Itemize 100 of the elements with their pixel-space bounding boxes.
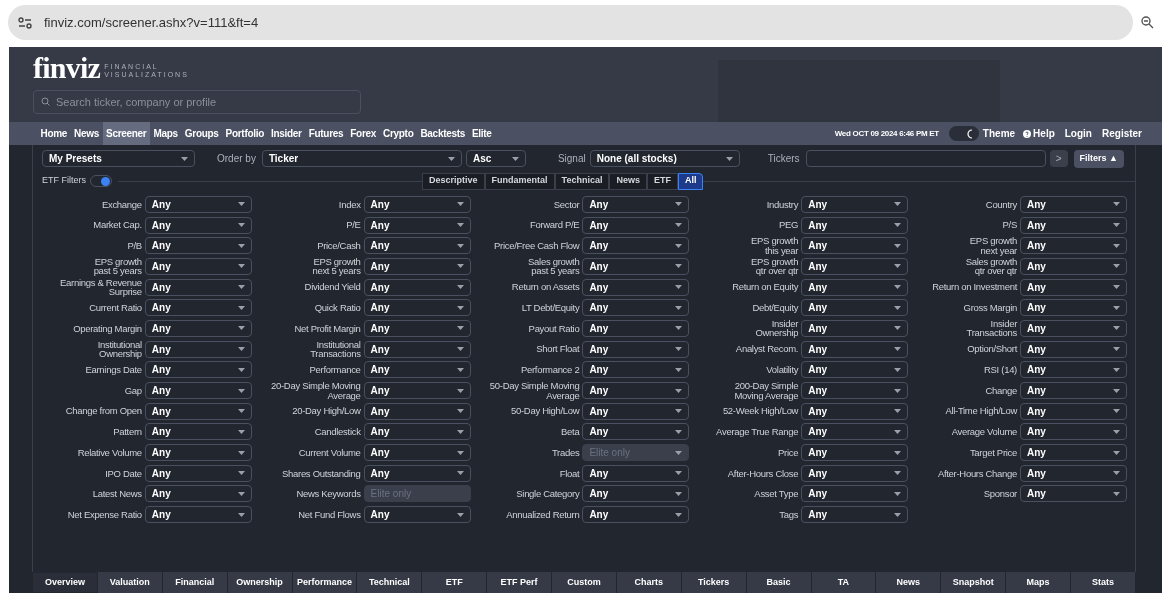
login-link[interactable]: Login [1064, 126, 1092, 141]
view-tab[interactable]: News [876, 572, 942, 593]
dropdown[interactable]: Any [363, 506, 471, 524]
dropdown[interactable]: Any [1020, 423, 1127, 441]
nav-link[interactable]: Maps [149, 122, 182, 145]
view-tab[interactable]: Performance [292, 572, 358, 593]
dropdown[interactable]: Any [801, 237, 909, 255]
dropdown[interactable]: Any [363, 340, 471, 358]
dropdown[interactable]: Any [801, 278, 909, 296]
dropdown[interactable]: Any [582, 402, 690, 420]
dropdown[interactable]: Any [363, 319, 471, 337]
dropdown[interactable]: Any [1020, 464, 1127, 482]
view-tab[interactable]: ETF [422, 572, 488, 593]
dropdown[interactable]: Any [801, 485, 909, 503]
nav-link[interactable]: Forex [346, 122, 380, 145]
view-tab[interactable]: Basic [746, 572, 812, 593]
dropdown[interactable]: Any [363, 423, 471, 441]
dropdown[interactable]: Any [1020, 402, 1127, 420]
dropdown[interactable]: Any [1020, 257, 1127, 275]
dropdown[interactable]: Any [144, 506, 252, 524]
dropdown[interactable]: Any [801, 506, 909, 524]
nav-link[interactable]: Groups [181, 122, 223, 145]
filter-tab[interactable]: ETF [646, 172, 678, 190]
register-link[interactable]: Register [1102, 126, 1142, 141]
dropdown[interactable]: Any [801, 195, 909, 213]
dropdown[interactable]: Any [582, 361, 690, 379]
dropdown[interactable]: Any [582, 464, 690, 482]
nav-link[interactable]: Portfolio [222, 122, 268, 145]
view-tab[interactable]: Snapshot [941, 572, 1007, 593]
dropdown[interactable]: Any [801, 257, 909, 275]
filter-tab[interactable]: All [677, 172, 704, 190]
dropdown[interactable]: Any [363, 216, 471, 234]
dropdown[interactable]: Any [144, 464, 252, 482]
dropdown[interactable]: Any [363, 237, 471, 255]
dropdown[interactable]: Any [582, 257, 690, 275]
dropdown[interactable]: Any [582, 278, 690, 296]
site-settings-icon[interactable] [18, 16, 32, 29]
view-tab[interactable]: Stats [1071, 572, 1136, 593]
view-tab[interactable]: Charts [616, 572, 682, 593]
dropdown[interactable]: Any [801, 464, 909, 482]
dropdown[interactable]: Any [363, 195, 471, 213]
dropdown[interactable]: Any [363, 444, 471, 462]
dropdown[interactable]: Any [144, 444, 252, 462]
nav-link[interactable]: Screener [102, 122, 150, 145]
dropdown[interactable]: Any [1020, 485, 1127, 503]
dropdown[interactable]: Any [1020, 299, 1127, 317]
dropdown[interactable]: Any [582, 485, 690, 503]
nav-link[interactable]: Insider [267, 122, 306, 145]
dropdown[interactable]: Any [801, 340, 909, 358]
search-field[interactable]: Search ticker, company or profile [33, 90, 361, 114]
dropdown[interactable]: Any [363, 382, 471, 400]
theme-label[interactable]: Theme [982, 126, 1016, 141]
view-tab[interactable]: Tickers [681, 572, 747, 593]
dropdown[interactable]: Any [363, 464, 471, 482]
nav-link[interactable]: Home [37, 122, 71, 145]
filter-tab[interactable]: News [609, 172, 647, 190]
dropdown[interactable]: Any [801, 423, 909, 441]
dropdown[interactable]: Any [582, 237, 690, 255]
dropdown[interactable]: Any [1020, 278, 1127, 296]
dropdown[interactable]: Any [801, 382, 909, 400]
dropdown[interactable]: Any [144, 216, 252, 234]
dropdown[interactable]: Any [582, 319, 690, 337]
dropdown[interactable]: Any [144, 237, 252, 255]
nav-link[interactable]: Crypto [379, 122, 417, 145]
dropdown[interactable]: Any [144, 257, 252, 275]
dropdown[interactable]: Any [144, 319, 252, 337]
dropdown[interactable]: Any [582, 195, 690, 213]
view-tab[interactable]: Overview [32, 572, 98, 593]
dropdown[interactable]: Any [801, 402, 909, 420]
filter-tab[interactable]: Fundamental [484, 172, 555, 190]
filters-button[interactable]: Filters ▲ [1073, 149, 1124, 168]
go-button[interactable]: > [1049, 150, 1068, 167]
view-tab[interactable]: Maps [1006, 572, 1071, 593]
dropdown[interactable]: Any [144, 361, 252, 379]
dropdown[interactable]: Any [363, 257, 471, 275]
dropdown[interactable]: Any [144, 195, 252, 213]
nav-link[interactable]: Backtests [416, 122, 469, 145]
dropdown[interactable]: Any [1020, 340, 1127, 358]
dropdown[interactable]: Any [363, 278, 471, 296]
dropdown[interactable]: Any [801, 216, 909, 234]
nav-link[interactable]: Elite [468, 122, 496, 145]
dropdown[interactable]: Any [363, 361, 471, 379]
view-tab[interactable]: ETF Perf [487, 572, 552, 593]
dropdown[interactable]: Any [801, 361, 909, 379]
dropdown[interactable]: Any [1020, 382, 1127, 400]
help-link[interactable]: Help [1023, 126, 1055, 141]
nav-link[interactable]: Futures [305, 122, 347, 145]
filter-tab[interactable]: Descriptive [422, 172, 485, 190]
view-tab[interactable]: Custom [552, 572, 617, 593]
dropdown[interactable]: Any [801, 319, 909, 337]
dropdown[interactable]: None (all stocks) [589, 150, 740, 167]
dropdown[interactable]: Any [144, 278, 252, 296]
dropdown[interactable]: Any [582, 423, 690, 441]
dropdown[interactable]: Any [363, 402, 471, 420]
view-tab[interactable]: Financial [162, 572, 228, 593]
filter-tab[interactable]: Technical [554, 172, 610, 190]
view-tab[interactable]: Valuation [97, 572, 163, 593]
dropdown[interactable]: Asc [465, 150, 526, 167]
address-bar[interactable]: finviz.com/screener.ashx?v=111&ft=4 [8, 5, 1133, 40]
dropdown[interactable]: Any [1020, 216, 1127, 234]
